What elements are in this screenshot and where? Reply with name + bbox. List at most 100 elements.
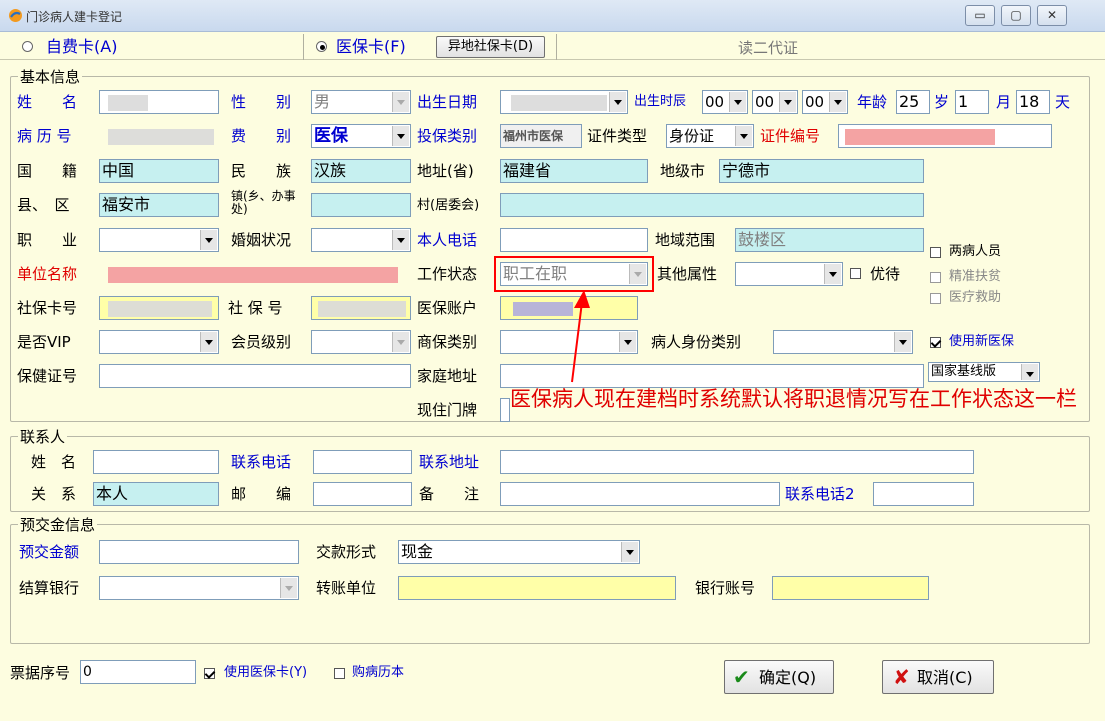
relation-input[interactable]: 本人	[93, 482, 219, 506]
sex-label: 性 别	[231, 93, 292, 111]
remote-social-card-button[interactable]: 异地社保卡(D)	[436, 36, 545, 58]
birth-time-label: 出生时辰	[634, 94, 687, 109]
birth-hour-select[interactable]: 00	[702, 90, 748, 114]
ok-button[interactable]: ✔ 确定(Q)	[724, 660, 834, 694]
fee-select[interactable]: 医保	[311, 124, 411, 148]
cancel-button[interactable]: ✘ 取消(C)	[882, 660, 994, 694]
id-no-input[interactable]	[838, 124, 1052, 148]
year-unit: 岁	[934, 93, 950, 111]
work-status-select[interactable]: 职工在职	[500, 262, 648, 286]
bank-account-input[interactable]	[772, 576, 929, 600]
pay-method-value: 现金	[401, 542, 434, 561]
pay-method-select[interactable]: 现金	[398, 540, 640, 564]
employer-input[interactable]	[99, 262, 411, 286]
vip-label: 是否VIP	[17, 333, 71, 351]
birth-second-select[interactable]: 00	[802, 90, 848, 114]
sex-value: 男	[314, 92, 331, 111]
region-input[interactable]: 鼓楼区	[735, 228, 924, 252]
month-input[interactable]: 1	[955, 90, 989, 114]
receipt-no-input[interactable]: 0	[80, 660, 196, 684]
contact-phone-label: 联系电话	[231, 453, 292, 471]
county-input[interactable]: 福安市	[99, 193, 219, 217]
check-icon: ✔	[733, 665, 750, 689]
town-input[interactable]	[311, 193, 411, 217]
deposit-title: 预交金信息	[18, 514, 98, 535]
phone-input[interactable]	[500, 228, 648, 252]
two-disease-checkbox[interactable]	[930, 247, 941, 258]
social-no-input[interactable]	[311, 296, 411, 320]
job-select[interactable]	[99, 228, 219, 252]
note-input[interactable]	[500, 482, 780, 506]
ethnic-input[interactable]: 汉族	[311, 159, 411, 183]
nation-label: 国 籍	[17, 162, 78, 180]
minimize-button[interactable]: ▭	[965, 5, 995, 26]
county-label: 县、 区	[17, 196, 70, 214]
social-no-label: 社 保 号	[228, 299, 283, 317]
self-pay-radio[interactable]	[22, 41, 33, 52]
use-new-med-checkbox[interactable]	[930, 337, 941, 348]
vip-select[interactable]	[99, 330, 219, 354]
social-card-input[interactable]	[99, 296, 219, 320]
annotation-text: 医保病人现在建档时系统默认将职退情况写在工作状态这一栏	[510, 387, 1077, 411]
buy-book-checkbox[interactable]	[334, 668, 345, 679]
contact-name-label: 姓 名	[31, 453, 77, 471]
medical-card-label[interactable]: 医保卡(F)	[336, 36, 406, 58]
member-level-select[interactable]	[311, 330, 411, 354]
deposit-amount-label: 预交金额	[19, 543, 80, 561]
transfer-unit-input[interactable]	[398, 576, 676, 600]
village-label: 村(居委会)	[417, 198, 480, 213]
record-no-input[interactable]	[99, 124, 219, 148]
fee-label: 费 别	[231, 127, 292, 145]
contact-phone2-input[interactable]	[873, 482, 974, 506]
contact-address-input[interactable]	[500, 450, 974, 474]
medical-card-radio[interactable]	[316, 41, 327, 52]
baseline-version-select[interactable]: 国家基线版	[928, 362, 1040, 382]
other-attr-select[interactable]	[735, 262, 843, 286]
self-pay-label[interactable]: 自费卡(A)	[46, 36, 117, 58]
poverty-checkbox[interactable]	[930, 272, 941, 283]
marital-label: 婚姻状况	[231, 231, 292, 249]
card-type-bar	[0, 34, 1105, 60]
deposit-amount-input[interactable]	[99, 540, 299, 564]
med-aid-label: 医疗救助	[949, 290, 1002, 305]
name-input[interactable]	[99, 90, 219, 114]
day-input[interactable]: 18	[1016, 90, 1050, 114]
buy-book-label: 购病历本	[352, 665, 405, 680]
priority-checkbox[interactable]	[850, 268, 861, 279]
dob-picker[interactable]	[500, 90, 628, 114]
sex-select[interactable]: 男	[311, 90, 411, 114]
id-type-select[interactable]: 身份证	[666, 124, 754, 148]
maximize-button[interactable]: ▢	[1001, 5, 1031, 26]
app-icon	[9, 9, 22, 22]
ok-label: 确定(Q)	[759, 668, 817, 687]
birth-minute-select[interactable]: 00	[752, 90, 798, 114]
birth-second-value: 00	[805, 93, 825, 111]
insure-type-input[interactable]: 福州市医保	[500, 124, 582, 148]
contact-phone-input[interactable]	[313, 450, 412, 474]
identity-type-select[interactable]	[773, 330, 913, 354]
use-new-med-label: 使用新医保	[949, 334, 1015, 349]
city-input[interactable]: 宁德市	[719, 159, 924, 183]
job-label: 职 业	[17, 231, 78, 249]
postcode-input[interactable]	[313, 482, 412, 506]
close-button[interactable]: ✕	[1037, 5, 1067, 26]
med-aid-checkbox[interactable]	[930, 293, 941, 304]
current-door-input[interactable]	[500, 398, 510, 422]
read-id-button[interactable]: 读二代证	[738, 37, 798, 59]
province-input[interactable]: 福建省	[500, 159, 648, 183]
cancel-label: 取消(C)	[917, 668, 973, 687]
fee-value: 医保	[314, 126, 348, 146]
birth-hour-value: 00	[705, 93, 725, 111]
marital-select[interactable]	[311, 228, 411, 252]
bank-select[interactable]	[99, 576, 299, 600]
nation-input[interactable]: 中国	[99, 159, 219, 183]
province-label: 地址(省)	[417, 162, 474, 180]
village-input[interactable]	[500, 193, 924, 217]
region-label: 地域范围	[655, 231, 716, 249]
health-no-input[interactable]	[99, 364, 411, 388]
contact-name-input[interactable]	[93, 450, 219, 474]
poverty-label: 精准扶贫	[949, 269, 1002, 284]
age-input[interactable]: 25	[896, 90, 930, 114]
identity-type-label: 病人身份类别	[651, 333, 742, 351]
use-med-card-checkbox[interactable]	[204, 668, 215, 679]
